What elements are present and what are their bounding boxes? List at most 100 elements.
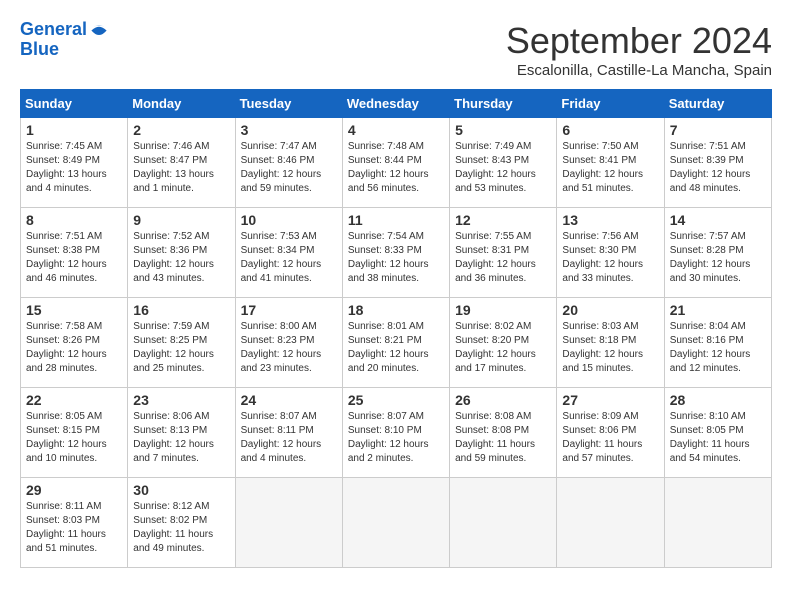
day-number: 7 — [670, 122, 766, 138]
weekday-header-tuesday: Tuesday — [235, 90, 342, 118]
day-info: Sunrise: 8:01 AMSunset: 8:21 PMDaylight:… — [348, 320, 444, 376]
weekday-header-thursday: Thursday — [450, 90, 557, 118]
calendar-cell — [342, 478, 449, 568]
calendar-cell: 8 Sunrise: 7:51 AMSunset: 8:38 PMDayligh… — [21, 208, 128, 298]
calendar-cell: 11 Sunrise: 7:54 AMSunset: 8:33 PMDaylig… — [342, 208, 449, 298]
day-info: Sunrise: 7:49 AMSunset: 8:43 PMDaylight:… — [455, 140, 551, 196]
day-info: Sunrise: 7:48 AMSunset: 8:44 PMDaylight:… — [348, 140, 444, 196]
calendar-cell: 25 Sunrise: 8:07 AMSunset: 8:10 PMDaylig… — [342, 388, 449, 478]
day-info: Sunrise: 7:56 AMSunset: 8:30 PMDaylight:… — [562, 230, 658, 286]
calendar-cell: 16 Sunrise: 7:59 AMSunset: 8:25 PMDaylig… — [128, 298, 235, 388]
calendar-cell: 27 Sunrise: 8:09 AMSunset: 8:06 PMDaylig… — [557, 388, 664, 478]
day-info: Sunrise: 7:52 AMSunset: 8:36 PMDaylight:… — [133, 230, 229, 286]
day-info: Sunrise: 8:07 AMSunset: 8:11 PMDaylight:… — [241, 410, 337, 466]
calendar-cell: 29 Sunrise: 8:11 AMSunset: 8:03 PMDaylig… — [21, 478, 128, 568]
calendar-cell: 3 Sunrise: 7:47 AMSunset: 8:46 PMDayligh… — [235, 118, 342, 208]
day-number: 20 — [562, 302, 658, 318]
day-info: Sunrise: 8:12 AMSunset: 8:02 PMDaylight:… — [133, 500, 229, 556]
calendar-cell: 14 Sunrise: 7:57 AMSunset: 8:28 PMDaylig… — [664, 208, 771, 298]
page-header: General Blue September 2024 Escalonilla,… — [20, 20, 772, 79]
calendar-cell: 24 Sunrise: 8:07 AMSunset: 8:11 PMDaylig… — [235, 388, 342, 478]
day-number: 23 — [133, 392, 229, 408]
day-info: Sunrise: 7:46 AMSunset: 8:47 PMDaylight:… — [133, 140, 229, 196]
day-number: 12 — [455, 212, 551, 228]
day-number: 24 — [241, 392, 337, 408]
calendar-cell: 21 Sunrise: 8:04 AMSunset: 8:16 PMDaylig… — [664, 298, 771, 388]
day-info: Sunrise: 8:10 AMSunset: 8:05 PMDaylight:… — [670, 410, 766, 466]
day-number: 22 — [26, 392, 122, 408]
day-info: Sunrise: 8:07 AMSunset: 8:10 PMDaylight:… — [348, 410, 444, 466]
day-number: 11 — [348, 212, 444, 228]
day-info: Sunrise: 7:45 AMSunset: 8:49 PMDaylight:… — [26, 140, 122, 196]
day-number: 18 — [348, 302, 444, 318]
day-info: Sunrise: 7:51 AMSunset: 8:38 PMDaylight:… — [26, 230, 122, 286]
calendar-cell: 17 Sunrise: 8:00 AMSunset: 8:23 PMDaylig… — [235, 298, 342, 388]
calendar-cell: 18 Sunrise: 8:01 AMSunset: 8:21 PMDaylig… — [342, 298, 449, 388]
day-info: Sunrise: 7:54 AMSunset: 8:33 PMDaylight:… — [348, 230, 444, 286]
day-number: 1 — [26, 122, 122, 138]
calendar-cell: 23 Sunrise: 8:06 AMSunset: 8:13 PMDaylig… — [128, 388, 235, 478]
calendar-cell: 2 Sunrise: 7:46 AMSunset: 8:47 PMDayligh… — [128, 118, 235, 208]
day-info: Sunrise: 8:00 AMSunset: 8:23 PMDaylight:… — [241, 320, 337, 376]
calendar-cell: 12 Sunrise: 7:55 AMSunset: 8:31 PMDaylig… — [450, 208, 557, 298]
day-info: Sunrise: 7:53 AMSunset: 8:34 PMDaylight:… — [241, 230, 337, 286]
day-number: 15 — [26, 302, 122, 318]
day-info: Sunrise: 7:58 AMSunset: 8:26 PMDaylight:… — [26, 320, 122, 376]
calendar-cell: 9 Sunrise: 7:52 AMSunset: 8:36 PMDayligh… — [128, 208, 235, 298]
day-number: 6 — [562, 122, 658, 138]
day-number: 9 — [133, 212, 229, 228]
weekday-header-saturday: Saturday — [664, 90, 771, 118]
calendar-cell — [664, 478, 771, 568]
day-info: Sunrise: 7:47 AMSunset: 8:46 PMDaylight:… — [241, 140, 337, 196]
day-info: Sunrise: 8:08 AMSunset: 8:08 PMDaylight:… — [455, 410, 551, 466]
month-title: September 2024 — [506, 20, 772, 62]
calendar-cell: 19 Sunrise: 8:02 AMSunset: 8:20 PMDaylig… — [450, 298, 557, 388]
day-info: Sunrise: 7:50 AMSunset: 8:41 PMDaylight:… — [562, 140, 658, 196]
logo: General Blue — [20, 20, 109, 60]
calendar-cell: 28 Sunrise: 8:10 AMSunset: 8:05 PMDaylig… — [664, 388, 771, 478]
calendar-cell — [450, 478, 557, 568]
weekday-header-monday: Monday — [128, 90, 235, 118]
calendar-cell: 22 Sunrise: 8:05 AMSunset: 8:15 PMDaylig… — [21, 388, 128, 478]
day-number: 26 — [455, 392, 551, 408]
day-info: Sunrise: 8:03 AMSunset: 8:18 PMDaylight:… — [562, 320, 658, 376]
day-number: 17 — [241, 302, 337, 318]
calendar-cell: 6 Sunrise: 7:50 AMSunset: 8:41 PMDayligh… — [557, 118, 664, 208]
day-number: 25 — [348, 392, 444, 408]
day-info: Sunrise: 7:59 AMSunset: 8:25 PMDaylight:… — [133, 320, 229, 376]
calendar-cell: 15 Sunrise: 7:58 AMSunset: 8:26 PMDaylig… — [21, 298, 128, 388]
weekday-header-friday: Friday — [557, 90, 664, 118]
day-number: 19 — [455, 302, 551, 318]
title-area: September 2024 Escalonilla, Castille-La … — [506, 20, 772, 79]
day-number: 5 — [455, 122, 551, 138]
day-number: 3 — [241, 122, 337, 138]
day-info: Sunrise: 8:09 AMSunset: 8:06 PMDaylight:… — [562, 410, 658, 466]
day-info: Sunrise: 8:05 AMSunset: 8:15 PMDaylight:… — [26, 410, 122, 466]
calendar-table: SundayMondayTuesdayWednesdayThursdayFrid… — [20, 89, 772, 568]
calendar-cell — [557, 478, 664, 568]
day-number: 8 — [26, 212, 122, 228]
day-number: 4 — [348, 122, 444, 138]
calendar-cell: 30 Sunrise: 8:12 AMSunset: 8:02 PMDaylig… — [128, 478, 235, 568]
calendar-cell: 7 Sunrise: 7:51 AMSunset: 8:39 PMDayligh… — [664, 118, 771, 208]
day-info: Sunrise: 7:57 AMSunset: 8:28 PMDaylight:… — [670, 230, 766, 286]
day-info: Sunrise: 8:02 AMSunset: 8:20 PMDaylight:… — [455, 320, 551, 376]
day-info: Sunrise: 8:11 AMSunset: 8:03 PMDaylight:… — [26, 500, 122, 556]
day-number: 2 — [133, 122, 229, 138]
day-number: 13 — [562, 212, 658, 228]
weekday-header-wednesday: Wednesday — [342, 90, 449, 118]
calendar-cell — [235, 478, 342, 568]
day-number: 21 — [670, 302, 766, 318]
day-number: 14 — [670, 212, 766, 228]
day-number: 27 — [562, 392, 658, 408]
calendar-cell: 26 Sunrise: 8:08 AMSunset: 8:08 PMDaylig… — [450, 388, 557, 478]
weekday-header-sunday: Sunday — [21, 90, 128, 118]
location-subtitle: Escalonilla, Castille-La Mancha, Spain — [506, 62, 772, 79]
day-info: Sunrise: 7:55 AMSunset: 8:31 PMDaylight:… — [455, 230, 551, 286]
calendar-cell: 5 Sunrise: 7:49 AMSunset: 8:43 PMDayligh… — [450, 118, 557, 208]
day-number: 16 — [133, 302, 229, 318]
calendar-cell: 10 Sunrise: 7:53 AMSunset: 8:34 PMDaylig… — [235, 208, 342, 298]
day-info: Sunrise: 8:06 AMSunset: 8:13 PMDaylight:… — [133, 410, 229, 466]
calendar-cell: 1 Sunrise: 7:45 AMSunset: 8:49 PMDayligh… — [21, 118, 128, 208]
calendar-cell: 20 Sunrise: 8:03 AMSunset: 8:18 PMDaylig… — [557, 298, 664, 388]
